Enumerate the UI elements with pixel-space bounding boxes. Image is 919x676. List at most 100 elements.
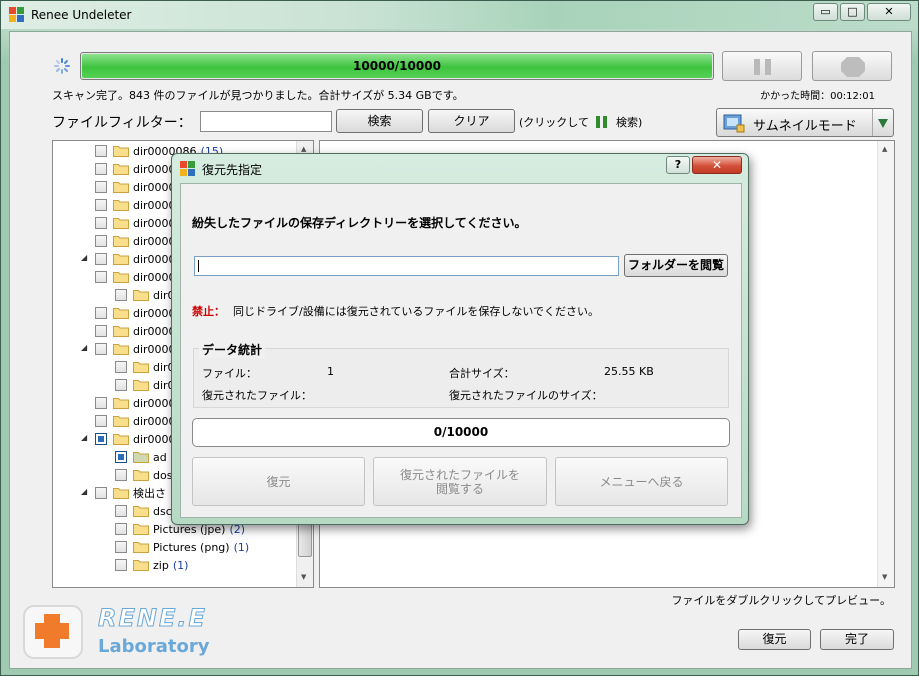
folder-icon: [133, 380, 149, 391]
dialog-body: 紛失したファイルの保存ディレクトリーを選択してください。 フォルダーを閲覧 禁止…: [180, 183, 742, 518]
brand-sub: Laboratory: [98, 636, 210, 657]
recover-progress-text: 0/10000: [433, 425, 489, 439]
tree-checkbox[interactable]: [115, 451, 127, 463]
tree-checkbox[interactable]: [115, 559, 127, 571]
tree-row[interactable]: dir0: [115, 358, 179, 376]
tree-row[interactable]: ad (: [115, 448, 179, 466]
scroll-up-arrow[interactable]: ▲: [301, 145, 306, 153]
tree-checkbox[interactable]: [95, 433, 107, 445]
dialog-close-button[interactable]: ✕: [692, 156, 742, 174]
tree-checkbox[interactable]: [95, 487, 107, 499]
tree-expander-icon[interactable]: ◢: [81, 253, 87, 262]
tree-checkbox[interactable]: [115, 361, 127, 373]
tree-checkbox[interactable]: [115, 289, 127, 301]
tree-expander-icon[interactable]: ◢: [81, 487, 87, 496]
tree-checkbox[interactable]: [95, 235, 107, 247]
total-size-label: 合計サイズ：: [449, 367, 515, 380]
minimize-icon: ▭: [820, 5, 831, 18]
browse-recovered-button[interactable]: 復元されたファイルを閲覧する: [373, 457, 547, 506]
tree-checkbox[interactable]: [115, 523, 127, 535]
tree-row[interactable]: dos: [115, 466, 176, 484]
recover-button[interactable]: 復元: [738, 629, 811, 650]
data-stats-title: データ統計: [199, 341, 266, 358]
file-filter-input[interactable]: [200, 111, 332, 132]
thumbnail-mode-dropdown[interactable]: サムネイルモード: [716, 108, 894, 137]
preview-scrollbar[interactable]: ▲ ▼: [877, 141, 894, 587]
tree-row[interactable]: Pictures (png) (1): [115, 538, 249, 556]
tree-checkbox[interactable]: [95, 271, 107, 283]
chevron-down-icon: [878, 119, 888, 128]
tree-row[interactable]: zip (1): [115, 556, 188, 574]
help-button[interactable]: ?: [666, 156, 690, 174]
pause-button[interactable]: [722, 51, 802, 81]
tree-checkbox[interactable]: [95, 181, 107, 193]
tree-checkbox[interactable]: [115, 541, 127, 553]
folder-icon: [113, 200, 129, 211]
tree-checkbox[interactable]: [95, 415, 107, 427]
tree-checkbox[interactable]: [95, 199, 107, 211]
tree-row[interactable]: dir0000: [95, 160, 180, 178]
tree-row[interactable]: dir0000: [95, 196, 180, 214]
scroll-thumb[interactable]: [298, 521, 312, 557]
dialog-close-icon: ✕: [711, 158, 723, 172]
tree-row[interactable]: dir0000: [95, 178, 180, 196]
tree-checkbox[interactable]: [115, 469, 127, 481]
tree-row[interactable]: dir0: [115, 376, 179, 394]
done-button[interactable]: 完了: [820, 629, 894, 650]
folder-icon: [113, 218, 129, 229]
preview-scroll-up-arrow[interactable]: ▲: [882, 145, 887, 153]
tree-row[interactable]: dir0000: [95, 214, 180, 232]
folder-icon: [133, 362, 149, 373]
tree-checkbox[interactable]: [95, 253, 107, 265]
folder-icon: [133, 524, 149, 535]
tree-row[interactable]: dir0000: [95, 232, 180, 250]
tree-row[interactable]: dsc: [115, 502, 176, 520]
back-to-menu-button[interactable]: メニューへ戻る: [555, 457, 728, 506]
dialog-recover-button[interactable]: 復元: [192, 457, 365, 506]
tree-row[interactable]: dir0000: [95, 412, 180, 430]
folder-icon: [113, 434, 129, 445]
tree-row[interactable]: dir0000: [95, 250, 180, 268]
tree-expander-icon[interactable]: ◢: [81, 343, 87, 352]
tree-item-label: dir0000: [133, 432, 176, 446]
minimize-button[interactable]: ▭: [813, 3, 838, 21]
scroll-down-arrow[interactable]: ▼: [301, 573, 306, 581]
tree-row[interactable]: dir0000: [95, 322, 180, 340]
clear-button[interactable]: クリア: [428, 109, 515, 133]
tree-row[interactable]: dir0000: [95, 268, 180, 286]
warning-label: 禁止：: [192, 305, 225, 318]
browse-folder-button[interactable]: フォルダーを閲覧: [624, 254, 728, 277]
stop-button[interactable]: [812, 51, 892, 81]
files-value: 1: [327, 365, 334, 378]
tree-checkbox[interactable]: [95, 343, 107, 355]
tree-checkbox[interactable]: [115, 379, 127, 391]
tree-row[interactable]: 検出さ: [95, 484, 170, 502]
tree-checkbox[interactable]: [95, 217, 107, 229]
scan-status-text: スキャン完了。843 件のファイルが見つかりました。合計サイズが 5.34 GB…: [52, 89, 464, 102]
tree-checkbox[interactable]: [115, 505, 127, 517]
tree-row[interactable]: dir0000: [95, 340, 180, 358]
tree-row[interactable]: dir0000: [95, 304, 180, 322]
app-logo-icon: [9, 7, 24, 22]
folder-icon: [113, 182, 129, 193]
tree-checkbox[interactable]: [95, 325, 107, 337]
tree-row[interactable]: dir0: [115, 286, 179, 304]
tree-item-label: dir0000: [133, 342, 176, 356]
search-button[interactable]: 検索: [336, 109, 423, 133]
recover-progress-bar: 0/10000: [192, 418, 730, 447]
save-directory-input[interactable]: [194, 256, 619, 276]
maximize-icon: □: [847, 5, 858, 18]
tree-checkbox[interactable]: [95, 163, 107, 175]
maximize-button[interactable]: □: [840, 3, 865, 21]
tree-checkbox[interactable]: [95, 307, 107, 319]
tree-row[interactable]: dir0000: [95, 430, 180, 448]
elapsed-time: かかった時間：00:12:01: [760, 91, 875, 102]
preview-scroll-down-arrow[interactable]: ▼: [882, 573, 887, 581]
tree-checkbox[interactable]: [95, 397, 107, 409]
tree-checkbox[interactable]: [95, 145, 107, 157]
tree-row[interactable]: dir0000: [95, 394, 180, 412]
close-button[interactable]: ✕: [867, 3, 911, 21]
tree-item-label: dir0000: [133, 216, 176, 230]
tree-expander-icon[interactable]: ◢: [81, 433, 87, 442]
scan-progress-text: 10000/10000: [353, 59, 441, 73]
